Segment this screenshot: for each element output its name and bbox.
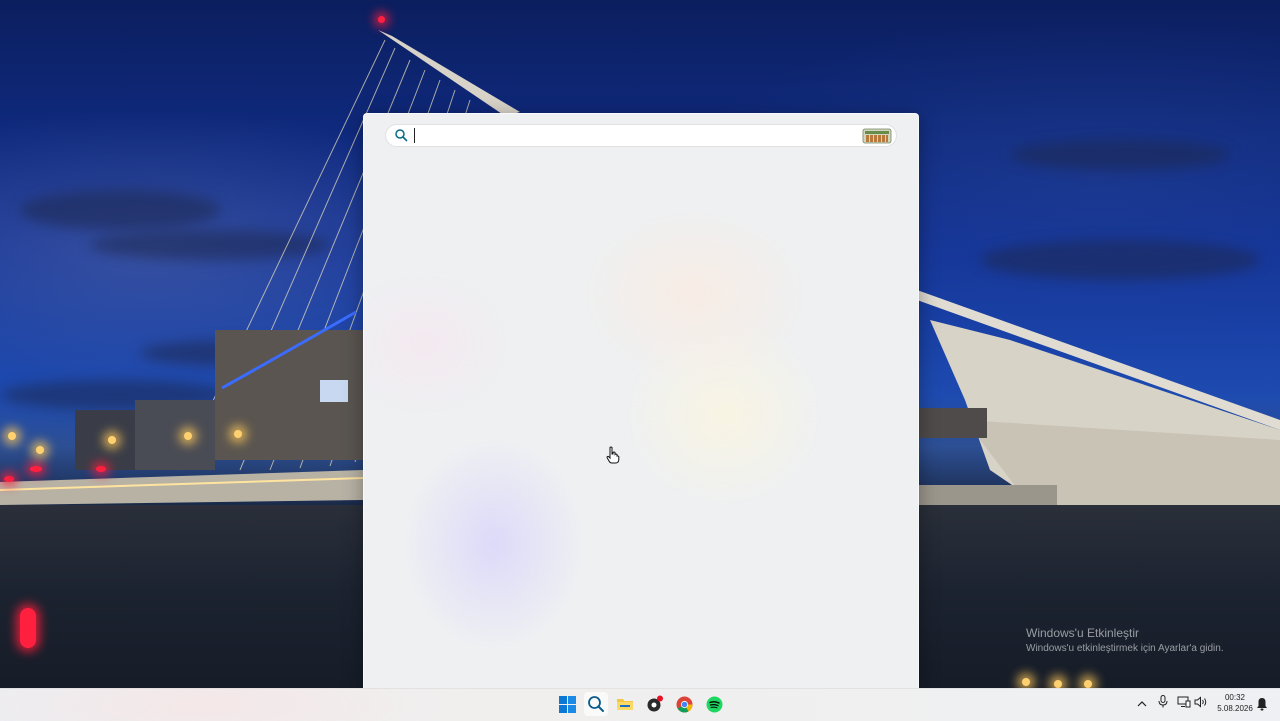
search-icon (394, 128, 408, 142)
taskbar (0, 688, 1280, 721)
clock-date: 5.08.2026 (1217, 704, 1253, 713)
display-icon (1177, 695, 1191, 713)
notifications-button[interactable] (1256, 697, 1270, 711)
taskbar-search-button[interactable] (584, 692, 608, 716)
microphone-button[interactable] (1155, 695, 1171, 713)
search-flyout (363, 113, 919, 690)
search-box[interactable] (386, 125, 896, 146)
badge-app-icon (646, 695, 664, 713)
notification-bell-icon (1256, 698, 1268, 715)
start-button[interactable] (555, 692, 579, 716)
volume-icon (1194, 695, 1208, 713)
watermark-subtitle: Windows'u etkinleştirmek için Ayarlar'a … (1026, 643, 1224, 654)
chrome-button[interactable] (672, 692, 696, 716)
badge-app-button[interactable] (643, 692, 667, 716)
windows-logo-icon (558, 695, 576, 713)
search-highlight-icon[interactable] (862, 127, 892, 144)
spotify-button[interactable] (702, 692, 726, 716)
hand-cursor-icon (606, 446, 620, 464)
microphone-icon (1158, 695, 1168, 713)
clock[interactable]: 00:32 5.08.2026 (1212, 692, 1258, 714)
activation-watermark: Windows'u Etkinleştir Windows'u etkinleş… (1026, 626, 1224, 656)
chrome-icon (676, 696, 693, 713)
file-explorer-button[interactable] (613, 692, 637, 716)
chevron-up-icon (1137, 695, 1147, 713)
network-button[interactable] (1176, 696, 1192, 712)
watermark-title: Windows'u Etkinleştir (1026, 626, 1139, 640)
show-hidden-icons-button[interactable] (1134, 696, 1150, 712)
text-caret (414, 128, 415, 143)
search-icon (587, 695, 605, 713)
spotify-icon (706, 696, 723, 713)
search-input[interactable] (413, 127, 853, 144)
volume-button[interactable] (1193, 696, 1209, 712)
clock-time: 00:32 (1224, 693, 1246, 702)
folder-icon (616, 696, 634, 712)
